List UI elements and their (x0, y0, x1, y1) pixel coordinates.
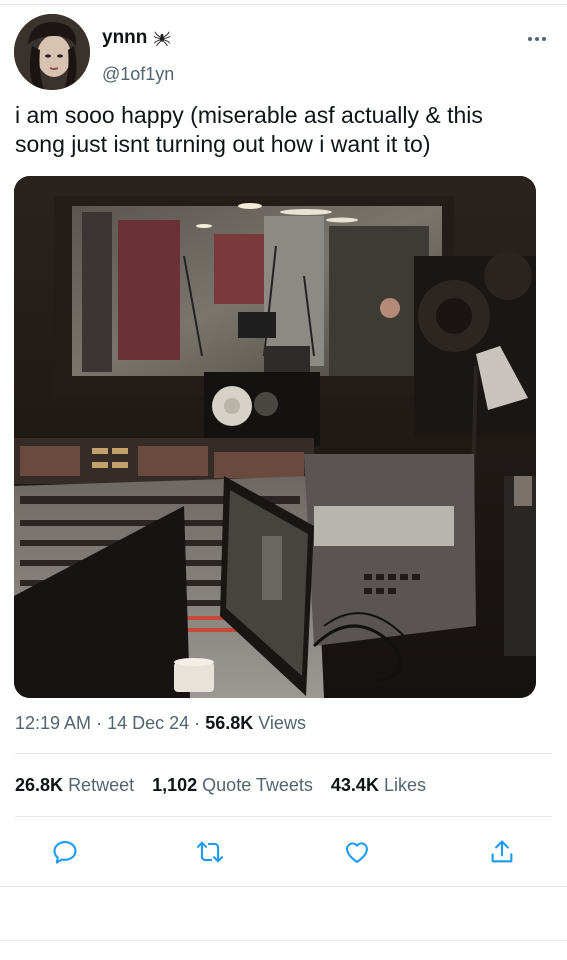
quotes-label: Quote Tweets (202, 775, 313, 795)
tweet-text: i am sooo happy (miserable asf actually … (15, 102, 483, 157)
more-dot-icon (535, 37, 539, 41)
author-handle[interactable]: @1of1yn (102, 64, 174, 85)
tweet-photo[interactable] (14, 176, 536, 698)
tweet-date[interactable]: 14 Dec 24 (107, 713, 189, 733)
retweets-count: 26.8K (15, 775, 64, 795)
tweet-stats: 26.8K Retweet 1,102 Quote Tweets 43.4K L… (15, 775, 426, 796)
divider (15, 816, 552, 817)
action-bar (0, 835, 567, 869)
tweet-meta: 12:19 AM · 14 Dec 24 · 56.8K Views (15, 713, 306, 734)
share-icon (491, 840, 513, 863)
like-icon (346, 842, 368, 863)
more-dot-icon (528, 37, 532, 41)
meta-separator: · (194, 713, 201, 733)
retweets-label: Retweet (68, 775, 135, 795)
reply-button[interactable] (48, 835, 82, 869)
meta-separator: · (96, 713, 103, 733)
divider (0, 940, 567, 941)
quotes-count: 1,102 (152, 775, 198, 795)
views-count: 56.8K (205, 713, 254, 733)
spider-icon (154, 31, 171, 47)
likes-count: 43.4K (330, 775, 379, 795)
like-button[interactable] (340, 835, 374, 869)
divider (15, 753, 552, 754)
avatar[interactable] (14, 14, 90, 90)
top-divider (0, 0, 567, 5)
reply-icon (53, 841, 77, 864)
likes-label: Likes (383, 775, 426, 795)
retweet-icon (196, 841, 224, 863)
share-button[interactable] (485, 835, 519, 869)
display-name[interactable]: ynnn (102, 27, 147, 49)
more-options-button[interactable] (528, 30, 548, 48)
author-name-row: ynnn (102, 27, 171, 49)
tweet-time[interactable]: 12:19 AM (15, 713, 91, 733)
more-dot-icon (542, 37, 546, 41)
divider (0, 886, 567, 887)
likes-stat[interactable]: 43.4K Likes (331, 775, 426, 796)
retweets-stat[interactable]: 26.8K Retweet (15, 775, 134, 796)
quotes-stat[interactable]: 1,102 Quote Tweets (152, 775, 313, 796)
retweet-button[interactable] (193, 835, 227, 869)
views-label: Views (258, 713, 306, 733)
